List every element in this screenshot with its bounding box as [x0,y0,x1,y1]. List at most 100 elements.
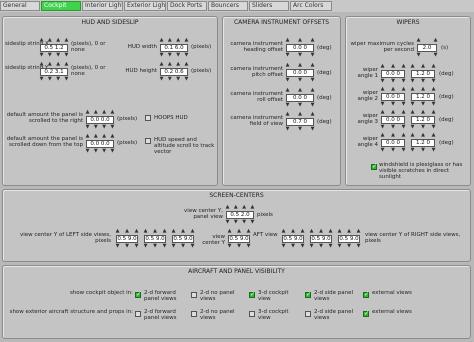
scroll-down-value[interactable]: 0.0 0.0 [86,140,114,148]
left-view-2-spinner[interactable]: ▲ ▲ ▲ 0.5 9.0 ▼ ▼ ▼ [143,228,167,250]
camera-fov-value[interactable]: 0.7 0 [286,118,314,126]
wiper-angle-3-start[interactable]: ▲ ▲ ▲ 0.0 0 ▼ ▼ ▼ [380,109,406,131]
camera-pitch-spinner[interactable]: ▲ ▲ ▲ 0.0 0 ▼ ▼ ▼ [285,62,315,84]
left-view-1-value[interactable]: 0.5 9.0 [116,235,138,243]
tab-interior-lights[interactable]: Interior Lights [82,1,123,11]
camera-roll-spinner[interactable]: ▲ ▲ ▲ 0.0 0 ▼ ▼ ▼ [285,87,315,109]
center-view-value[interactable]: 0.5 9.0 [228,235,250,243]
left-view-3-value[interactable]: 0.5 9.0 [172,235,194,243]
left-view-2-value[interactable]: 0.5 9.0 [144,235,166,243]
tab-cockpit[interactable]: Cockpit [41,1,81,11]
plexiglass-checkbox[interactable] [371,163,377,170]
plexiglass-label: windshield is plexiglass or has visible … [379,162,463,180]
wiper-max-cycles-unit: (s) [441,45,449,51]
cockpit-external-checkbox[interactable] [363,291,369,298]
aft-view-label: AFT view [253,232,278,238]
cockpit-3d-view-checkbox[interactable] [249,291,255,298]
sideslip-x-label: sideslip string X [5,41,49,47]
cockpit-2d-no-panel-checkbox[interactable] [191,292,197,298]
exterior-external-label: external views [372,309,412,315]
left-view-1-spinner[interactable]: ▲ ▲ ▲ 0.5 9.0 ▼ ▼ ▼ [115,228,139,250]
camera-heading-unit: (deg) [317,45,332,51]
cockpit-2d-forward-checkbox[interactable] [135,291,141,298]
wiper-angle-2-end[interactable]: ▲ ▲ ▲ 1.2 0 ▼ ▼ ▼ [410,86,436,108]
exterior-2d-side-checkbox[interactable] [305,311,311,317]
sideslip-x-spinner[interactable]: ▲ ▲ ▲ ▲ 0.5 1.2 ▼ ▼ ▼ ▼ [39,37,69,59]
wiper-max-cycles-spinner[interactable]: ▲ ▲ 2.0 ▼ ▼ [416,37,438,59]
tab-bouncers[interactable]: Bouncers [208,1,248,11]
exterior-2d-side-label: 2-d side panel views [314,309,353,321]
tab-dock-ports[interactable]: Dock Ports [167,1,207,11]
wiper-angle-4-end[interactable]: ▲ ▲ ▲ 1.2 0 ▼ ▼ ▼ [410,132,436,154]
sideslip-y-spinner[interactable]: ▲ ▲ ▲ ▲ 0.2 3.1 ▼ ▼ ▼ ▼ [39,61,69,83]
right-view-2-value[interactable]: 0.5 9.0 [310,235,332,243]
hud-sideslip-panel: HUD AND SIDESLIP sideslip string X ▲ ▲ ▲ ▲ … [2,16,218,186]
camera-roll-value[interactable]: 0.0 0 [286,94,314,102]
hud-width-spinner[interactable]: ▲ ▲ ▲ ▲ 0.1 6.0 ▼ ▼ ▼ ▼ [159,37,189,59]
camera-fov-spinner[interactable]: ▲ ▲ ▲ 0.7 0 ▼ ▼ ▼ [285,111,315,133]
wiper-angle-4-start[interactable]: ▲ ▲ ▲ 0.0 0 ▼ ▼ ▼ [380,132,406,154]
wiper-angle-1-unit: (deg) [439,71,454,77]
hoops-hud-label: HOOPS HUD [154,115,188,121]
wiper-angle-1-start[interactable]: ▲ ▲ ▲ 0.0 0 ▼ ▼ ▼ [380,63,406,85]
wiper-angle-3-label: wiper angle 3 [357,113,378,125]
exterior-2d-no-panel-checkbox[interactable] [191,311,197,317]
hud-height-value[interactable]: 0.2 0.6 [160,68,188,76]
wiper-angle-4-start-value[interactable]: 0.0 0 [381,139,405,147]
scroll-down-label: default amount the panel is scrolled dow… [6,136,83,148]
sideslip-x-value[interactable]: 0.5 1.2 [40,44,68,52]
wiper-angle-3-end[interactable]: ▲ ▲ ▲ 1.2 0 ▼ ▼ ▼ [410,109,436,131]
scroll-down-spinner[interactable]: ▲ ▲ ▲ ▲ 0.0 0.0 ▼ ▼ ▼ ▼ [85,133,115,155]
tab-arc-colors[interactable]: Arc Colors [290,1,332,11]
wiper-max-cycles-value[interactable]: 2.0 [417,44,437,52]
tab-exterior-lights[interactable]: Exterior Lights [124,1,166,11]
camera-heading-spinner[interactable]: ▲ ▲ ▲ 0.0 0 ▼ ▼ ▼ [285,37,315,59]
sideslip-y-value[interactable]: 0.2 3.1 [40,68,68,76]
right-view-2-spinner[interactable]: ▲ ▲ ▲ 0.5 9.0 ▼ ▼ ▼ [309,228,333,250]
right-view-1-spinner[interactable]: ▲ ▲ ▲ 0.5 9.0 ▼ ▼ ▼ [281,228,305,250]
wiper-angle-1-start-value[interactable]: 0.0 0 [381,70,405,78]
view-center-y-value[interactable]: 0.5 2.0 [226,211,254,219]
wiper-angle-2-end-value[interactable]: 1.2 0 [411,93,435,101]
wiper-angle-3-start-value[interactable]: 0.0 0 [381,116,405,124]
tab-sliders[interactable]: Sliders [249,1,289,11]
hud-width-value[interactable]: 0.1 6.0 [160,44,188,52]
scroll-down-unit: (pixels) [117,140,138,146]
wiper-angle-2-label: wiper angle 2 [357,90,378,102]
camera-pitch-value[interactable]: 0.0 0 [286,69,314,77]
right-view-3-spinner[interactable]: ▲ ▲ ▲ 0.5 9.0 ▼ ▼ ▼ [337,228,361,250]
wiper-angle-1-end[interactable]: ▲ ▲ ▲ 1.2 0 ▼ ▼ ▼ [410,63,436,85]
right-views-label: view center Y of RIGHT side views, pixel… [365,232,461,244]
visibility-title: AIRCRAFT AND PANEL VISIBILITY [188,268,285,275]
exterior-external-checkbox[interactable] [363,310,369,317]
center-view-spinner[interactable]: ▲ ▲ ▲ 0.5 9.0 ▼ ▼ ▼ [227,228,251,250]
wiper-angle-2-start-value[interactable]: 0.0 0 [381,93,405,101]
right-view-1-value[interactable]: 0.5 9.0 [282,235,304,243]
wiper-angle-3-end-value[interactable]: 1.2 0 [411,116,435,124]
scroll-right-spinner[interactable]: ▲ ▲ ▲ ▲ 0.0 0.0 ▼ ▼ ▼ ▼ [85,109,115,131]
hoops-hud-checkbox[interactable] [145,115,151,121]
exterior-2d-no-panel-label: 2-d no panel views [200,309,235,321]
wiper-angle-4-end-value[interactable]: 1.2 0 [411,139,435,147]
view-center-y-label: view center Y, panel view [184,208,223,220]
hud-panel-title: HUD AND SIDESLIP [81,19,139,26]
camera-heading-value[interactable]: 0.0 0 [286,44,314,52]
tab-general[interactable]: General [0,1,40,11]
scroll-right-value[interactable]: 0.0 0.0 [86,116,114,124]
left-view-3-spinner[interactable]: ▲ ▲ ▲ 0.5 9.0 ▼ ▼ ▼ [171,228,195,250]
cockpit-2d-forward-label: 2-d forward panel views [144,290,177,302]
cockpit-3d-view-label: 3-d cockpit view [258,290,289,302]
exterior-2d-forward-checkbox[interactable] [135,311,141,317]
hud-height-spinner[interactable]: ▲ ▲ ▲ ▲ 0.2 0.6 ▼ ▼ ▼ ▼ [159,61,189,83]
wipers-panel-title: WIPERS [396,19,420,26]
cockpit-2d-no-panel-label: 2-d no panel views [200,290,235,302]
wiper-angle-1-end-value[interactable]: 1.2 0 [411,70,435,78]
wiper-angle-2-start[interactable]: ▲ ▲ ▲ 0.0 0 ▼ ▼ ▼ [380,86,406,108]
right-view-3-value[interactable]: 0.5 9.0 [338,235,360,243]
hud-speed-altitude-checkbox[interactable] [145,138,151,144]
hud-speed-altitude-label: HUD speed and altitude scroll to track v… [154,137,215,155]
view-center-y-spinner[interactable]: ▲ ▲ ▲ ▲ 0.5 2.0 ▼ ▼ ▼ ▼ [225,204,255,226]
exterior-3d-view-checkbox[interactable] [249,311,255,317]
camera-panel-title: CAMERA INSTRUMENT OFFSETS [233,19,330,26]
cockpit-2d-side-checkbox[interactable] [305,291,311,298]
